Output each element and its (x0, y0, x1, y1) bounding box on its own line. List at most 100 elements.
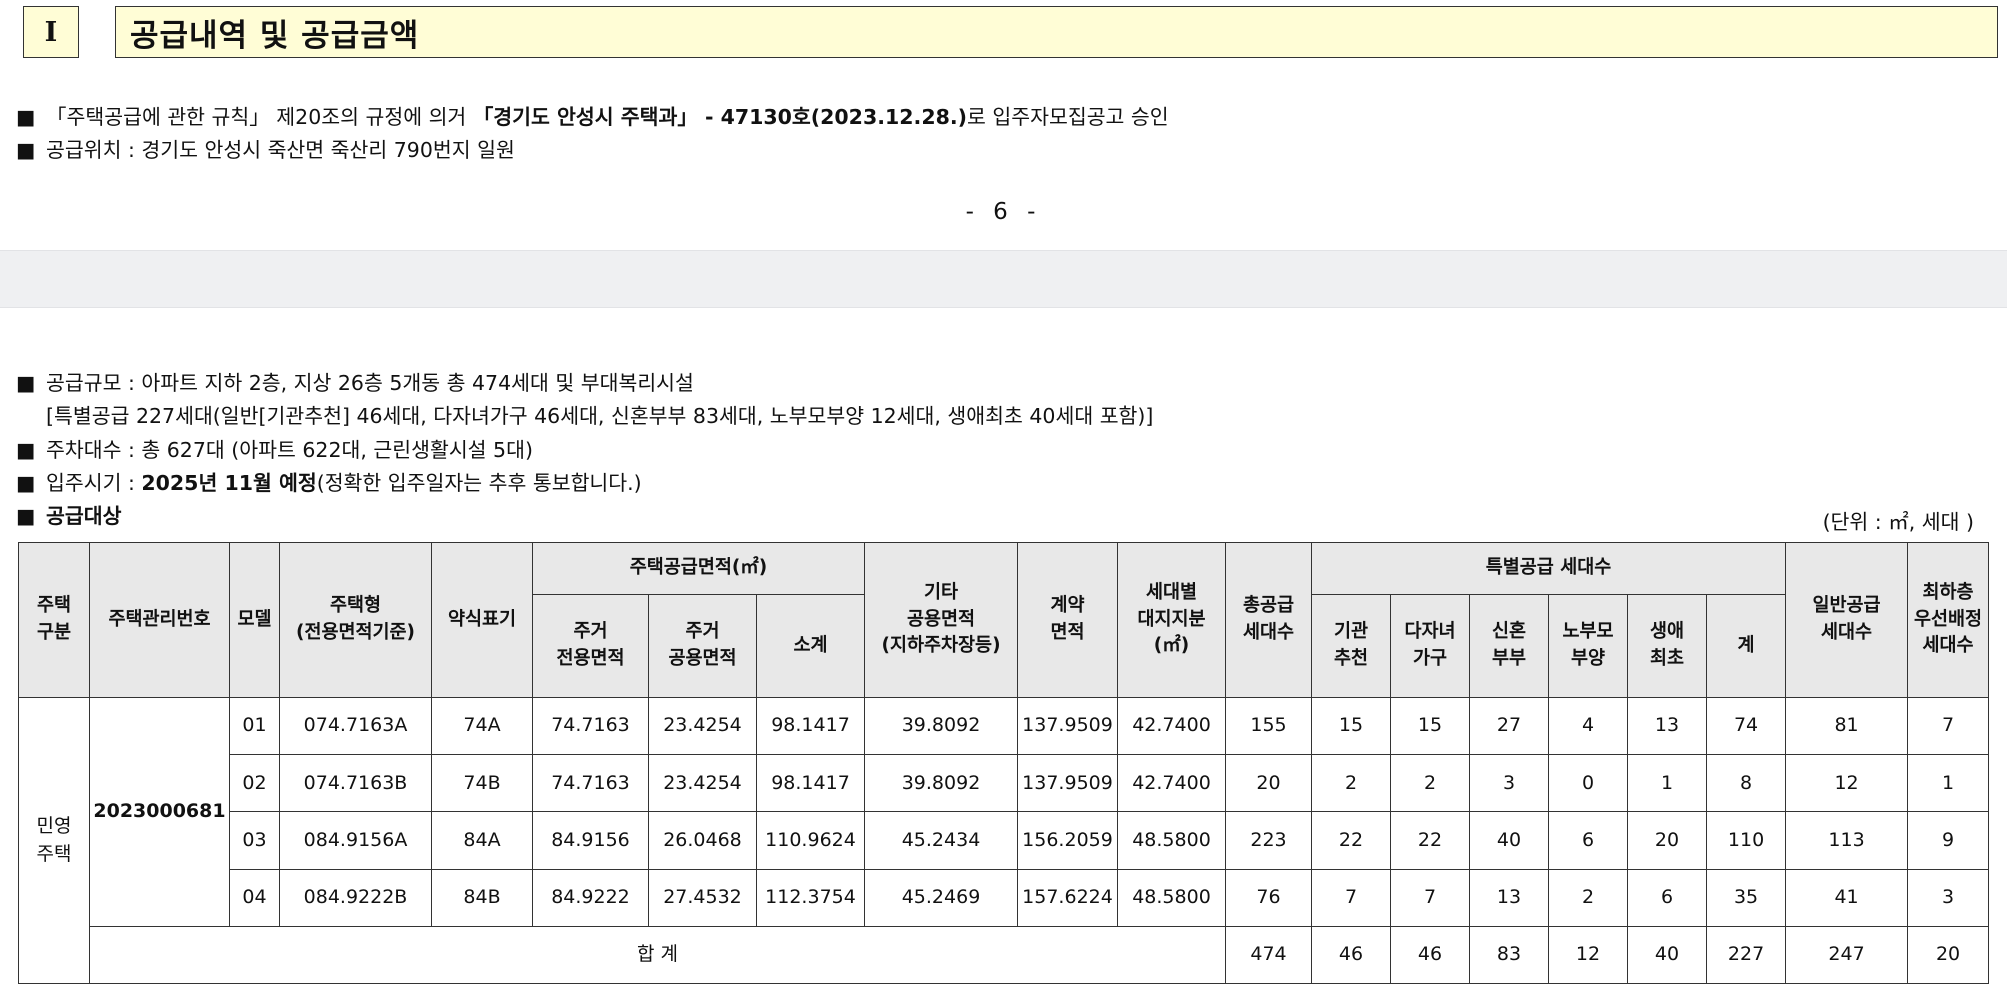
header-elderly: 노부모 부양 (1548, 594, 1629, 698)
cell-exclusive: 84.9156 (532, 811, 649, 870)
cell-contract: 156.2059 (1017, 811, 1119, 870)
cell-type: 074.7163A (279, 696, 432, 756)
cell-other-common: 45.2469 (864, 868, 1019, 927)
cell-land-share: 48.5800 (1117, 868, 1227, 927)
approval-text-a: 「주택공급에 관한 규칙」 제20조의 규정에 의거 (46, 105, 473, 129)
cell-special-sum: 35 (1706, 868, 1787, 927)
cell-general: 81 (1785, 696, 1909, 756)
target-heading: 공급대상 (46, 504, 122, 528)
cell-subtotal: 110.9624 (755, 811, 866, 870)
header-newlywed: 신혼 부부 (1469, 594, 1550, 698)
cell-newlywed: 27 (1469, 696, 1550, 756)
bullet-icon: ■ (16, 504, 36, 528)
cell-newlywed: 40 (1469, 811, 1550, 870)
unit-note: (단위 : ㎡, 세대 ) (1822, 510, 1974, 534)
header-model: 모델 (229, 542, 280, 698)
special-supply-line: [특별공급 227세대(일반[기관추천] 46세대, 다자녀가구 46세대, 신… (46, 406, 1153, 427)
header-first-time: 생애 최초 (1627, 594, 1708, 698)
cell-first-time: 1 (1627, 754, 1708, 813)
scale-text: 공급규모 : 아파트 지하 2층, 지상 26층 5개동 총 474세대 및 부… (46, 371, 694, 395)
cell-elderly: 2 (1548, 868, 1629, 927)
cell-short: 74B (431, 754, 533, 813)
cell-short: 84B (431, 868, 533, 927)
total-elderly: 12 (1548, 925, 1629, 985)
supply-table: 주택 구분 주택관리번호 모델 주택형 (전용면적기준) 약식표기 주택공급면적(㎡… (18, 542, 1990, 985)
cell-subtotal: 98.1417 (755, 754, 866, 813)
cell-type: 084.9222B (279, 868, 432, 927)
cell-general: 113 (1785, 811, 1909, 870)
movein-text-a: 입주시기 : (46, 471, 142, 495)
cell-housing-type: 민영 주택 (18, 697, 90, 984)
cell-lowest: 7 (1907, 696, 1990, 756)
cell-exclusive: 84.9222 (532, 868, 649, 927)
cell-subtotal: 112.3754 (755, 868, 866, 927)
page-break-band (0, 250, 2007, 308)
cell-total: 76 (1225, 868, 1313, 927)
page-number: - 6 - (965, 199, 1042, 225)
header-housing-type: 주택 구분 (18, 542, 90, 698)
table-row: 04 084.9222B 84B 84.9222 27.4532 112.375… (19, 868, 1990, 927)
header-multichild: 다자녀 가구 (1390, 594, 1471, 698)
cell-exclusive: 74.7163 (532, 696, 649, 756)
movein-text-b: 2025년 11월 예정 (141, 471, 317, 495)
cell-newlywed: 3 (1469, 754, 1550, 813)
header-exclusive: 주거 전용면적 (532, 594, 649, 698)
total-row: 합 계 474 46 46 83 12 40 227 247 20 (19, 925, 1990, 985)
cell-lowest: 9 (1907, 811, 1990, 870)
header-subtotal: 소계 (755, 594, 866, 698)
header-common: 주거 공용면적 (648, 594, 757, 698)
bullet-icon: ■ (16, 438, 36, 462)
cell-general: 12 (1785, 754, 1909, 813)
cell-special-sum: 8 (1706, 754, 1787, 813)
header-institution: 기관 추천 (1311, 594, 1392, 698)
total-lowest: 20 (1907, 925, 1990, 985)
cell-land-share: 42.7400 (1117, 754, 1227, 813)
total-label: 합 계 (88, 925, 1227, 985)
cell-newlywed: 13 (1469, 868, 1550, 927)
cell-type: 074.7163B (279, 754, 432, 813)
cell-first-time: 20 (1627, 811, 1708, 870)
movein-line: ■ 입주시기 : 2025년 11월 예정(정확한 입주일자는 추후 통보합니다.… (16, 473, 642, 494)
cell-type: 084.9156A (279, 811, 432, 870)
cell-total: 155 (1225, 696, 1313, 756)
table-row: 03 084.9156A 84A 84.9156 26.0468 110.962… (19, 811, 1990, 870)
table-row: 02 074.7163B 74B 74.7163 23.4254 98.1417… (19, 754, 1990, 813)
cell-total: 20 (1225, 754, 1313, 813)
cell-other-common: 45.2434 (864, 811, 1019, 870)
cell-multichild: 15 (1390, 696, 1471, 756)
cell-model: 03 (229, 811, 280, 870)
header-short: 약식표기 (431, 542, 533, 698)
total-institution: 46 (1311, 925, 1392, 985)
cell-multichild: 2 (1390, 754, 1471, 813)
cell-model: 02 (229, 754, 280, 813)
total-newlywed: 83 (1469, 925, 1550, 985)
total-first-time: 40 (1627, 925, 1708, 985)
cell-exclusive: 74.7163 (532, 754, 649, 813)
section-number: I (23, 6, 79, 58)
cell-mgmt-no: 2023000681 (89, 697, 230, 927)
cell-special-sum: 110 (1706, 811, 1787, 870)
cell-land-share: 42.7400 (1117, 696, 1227, 756)
cell-subtotal: 98.1417 (755, 696, 866, 756)
cell-contract: 157.6224 (1017, 868, 1119, 927)
header-house-type: 주택형 (전용면적기준) (279, 542, 432, 698)
cell-general: 41 (1785, 868, 1909, 927)
header-general: 일반공급 세대수 (1785, 542, 1909, 698)
total-units: 474 (1225, 925, 1313, 985)
header-supply-area: 주택공급면적(㎡) (531, 542, 866, 595)
cell-elderly: 4 (1548, 696, 1629, 756)
bullet-icon: ■ (16, 105, 36, 129)
cell-lowest: 1 (1907, 754, 1990, 813)
cell-common: 23.4254 (648, 696, 757, 756)
cell-elderly: 0 (1548, 754, 1629, 813)
cell-institution: 2 (1311, 754, 1392, 813)
scale-line: ■ 공급규모 : 아파트 지하 2층, 지상 26층 5개동 총 474세대 및 … (16, 373, 694, 394)
header-other-common: 기타 공용면적 (지하주차장등) (864, 542, 1019, 698)
cell-total: 223 (1225, 811, 1313, 870)
bullet-icon: ■ (16, 138, 36, 162)
header-contract-area: 계약 면적 (1017, 542, 1119, 698)
header-mgmt-no: 주택관리번호 (89, 542, 230, 698)
cell-institution: 15 (1311, 696, 1392, 756)
parking-text: 주차대수 : 총 627대 (아파트 622대, 근린생활시설 5대) (46, 438, 533, 462)
location-text: 공급위치 : 경기도 안성시 죽산면 죽산리 790번지 일원 (46, 138, 515, 162)
